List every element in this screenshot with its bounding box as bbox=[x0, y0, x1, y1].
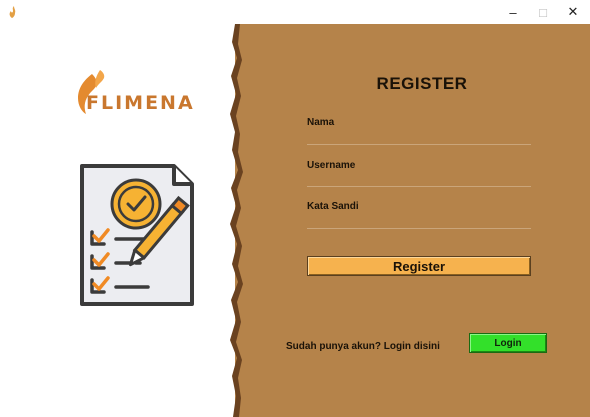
brand-logo-text: FLIMENA bbox=[86, 92, 195, 114]
username-input[interactable] bbox=[307, 170, 531, 187]
nama-label: Nama bbox=[307, 117, 335, 128]
checklist-document-icon bbox=[80, 164, 194, 306]
register-button[interactable]: Register bbox=[307, 256, 531, 276]
login-button[interactable]: Login bbox=[469, 333, 547, 353]
close-button[interactable]: ✕ bbox=[558, 0, 588, 24]
register-title: REGISTER bbox=[376, 74, 468, 93]
kata-sandi-input[interactable] bbox=[307, 212, 531, 229]
minimize-button[interactable]: – bbox=[498, 0, 528, 24]
login-prompt-text: Sudah punya akun? Login disini bbox=[286, 341, 440, 352]
torn-paper-edge bbox=[230, 24, 252, 417]
maximize-button[interactable]: □ bbox=[528, 0, 558, 24]
nama-input[interactable] bbox=[307, 128, 531, 145]
kata-sandi-label: Kata Sandi bbox=[307, 201, 359, 212]
flame-icon bbox=[9, 6, 16, 18]
title-bar: – □ ✕ bbox=[0, 0, 590, 24]
